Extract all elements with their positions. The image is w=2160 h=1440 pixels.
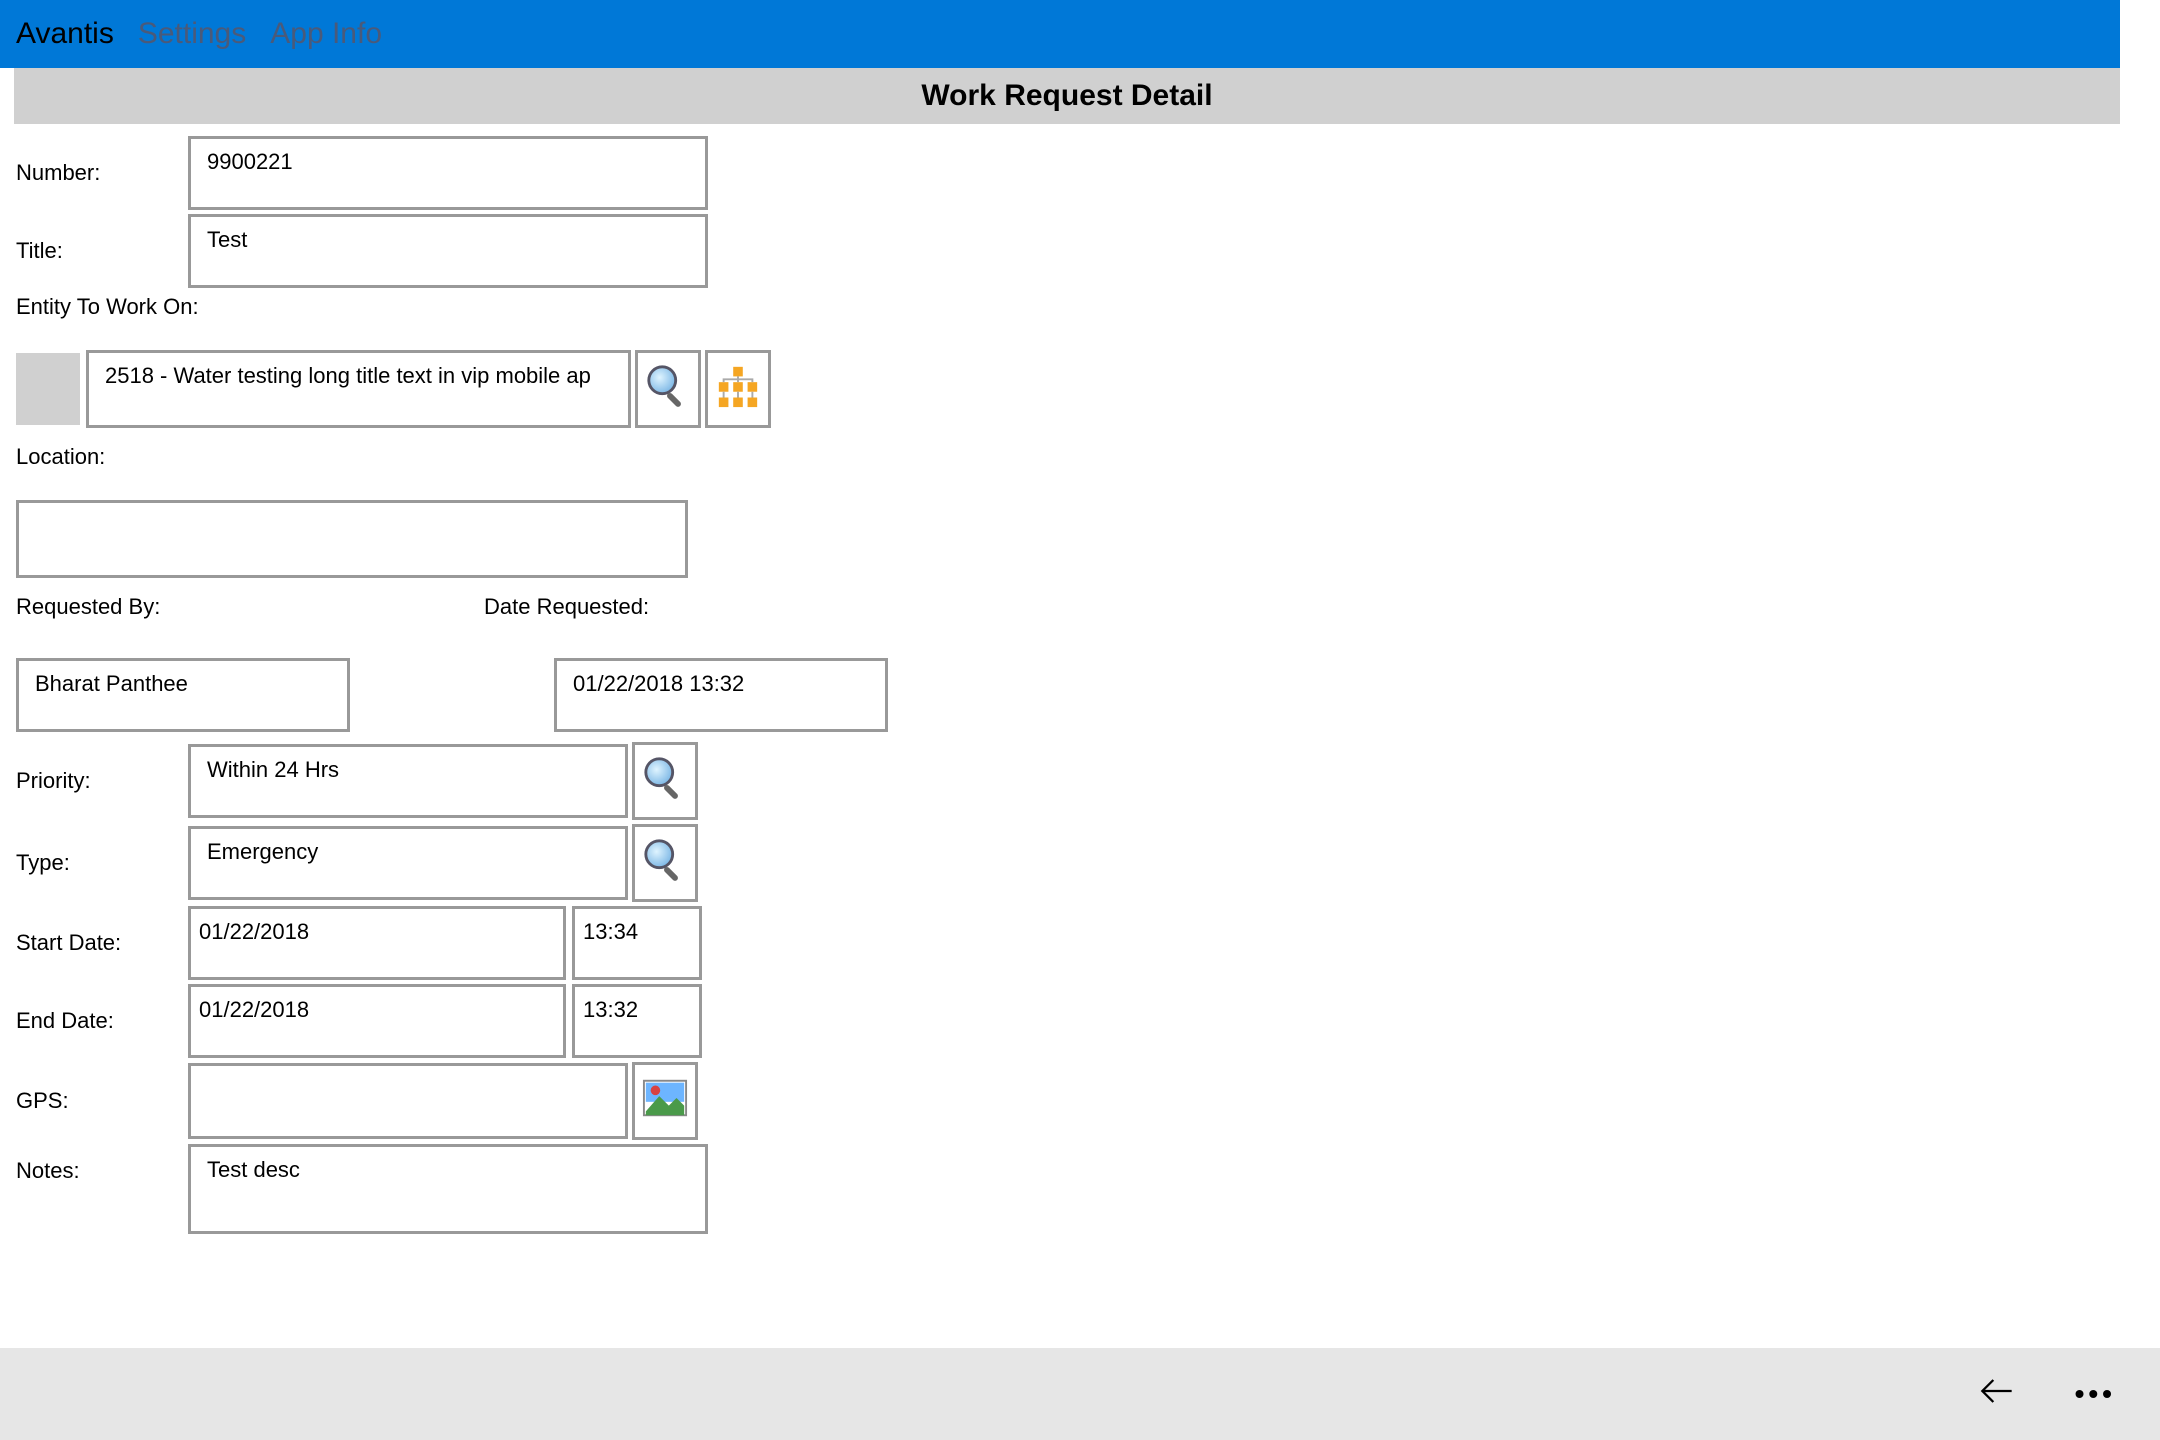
map-photo-icon [642, 1075, 688, 1127]
start-date-input[interactable]: 01/22/2018 [188, 906, 566, 980]
nav-settings[interactable]: Settings [138, 17, 246, 51]
location-input[interactable] [16, 500, 688, 578]
label-start-date: Start Date: [16, 930, 188, 956]
end-date-input[interactable]: 01/22/2018 [188, 984, 566, 1058]
label-entity: Entity To Work On: [16, 294, 2118, 320]
label-requested-by: Requested By: [16, 594, 350, 620]
right-margin-strip [2120, 0, 2160, 1300]
gps-map-button[interactable] [632, 1062, 698, 1140]
type-search-button[interactable] [632, 824, 698, 902]
priority-search-button[interactable] [632, 742, 698, 820]
label-date-requested: Date Requested: [484, 594, 888, 620]
label-number: Number: [16, 160, 188, 186]
label-location: Location: [16, 444, 2118, 470]
search-icon [645, 363, 691, 415]
hierarchy-icon [715, 363, 761, 415]
label-priority: Priority: [16, 768, 188, 794]
entity-input[interactable]: 2518 - Water testing long title text in … [86, 350, 631, 428]
label-type: Type: [16, 850, 188, 876]
requested-by-input[interactable]: Bharat Panthee [16, 658, 350, 732]
nav-avantis[interactable]: Avantis [16, 17, 114, 51]
entity-hierarchy-button[interactable] [705, 350, 771, 428]
type-input[interactable]: Emergency [188, 826, 628, 900]
entity-search-button[interactable] [635, 350, 701, 428]
gps-input[interactable] [188, 1063, 628, 1139]
notes-input[interactable]: Test desc [188, 1144, 708, 1234]
form-content: Number: 9900221 Title: Test Entity To Wo… [14, 134, 2120, 1234]
more-button[interactable]: ••• [2075, 1378, 2116, 1410]
end-time-input[interactable]: 13:32 [572, 984, 702, 1058]
number-input[interactable]: 9900221 [188, 136, 708, 210]
arrow-left-icon [1975, 1396, 2019, 1418]
search-icon [642, 837, 688, 889]
priority-input[interactable]: Within 24 Hrs [188, 744, 628, 818]
date-requested-input[interactable]: 01/22/2018 13:32 [554, 658, 888, 732]
label-title: Title: [16, 238, 188, 264]
entity-status-box [16, 353, 80, 425]
back-button[interactable] [1975, 1369, 2019, 1419]
search-icon [642, 755, 688, 807]
bottom-command-bar: ••• [0, 1348, 2160, 1440]
nav-app-info[interactable]: App Info [270, 17, 382, 51]
start-time-input[interactable]: 13:34 [572, 906, 702, 980]
page-title: Work Request Detail [14, 68, 2120, 124]
label-end-date: End Date: [16, 1008, 188, 1034]
top-nav: Avantis Settings App Info [0, 0, 2160, 68]
more-icon: ••• [2075, 1378, 2116, 1409]
label-gps: GPS: [16, 1088, 188, 1114]
label-notes: Notes: [16, 1144, 188, 1184]
title-input[interactable]: Test [188, 214, 708, 288]
